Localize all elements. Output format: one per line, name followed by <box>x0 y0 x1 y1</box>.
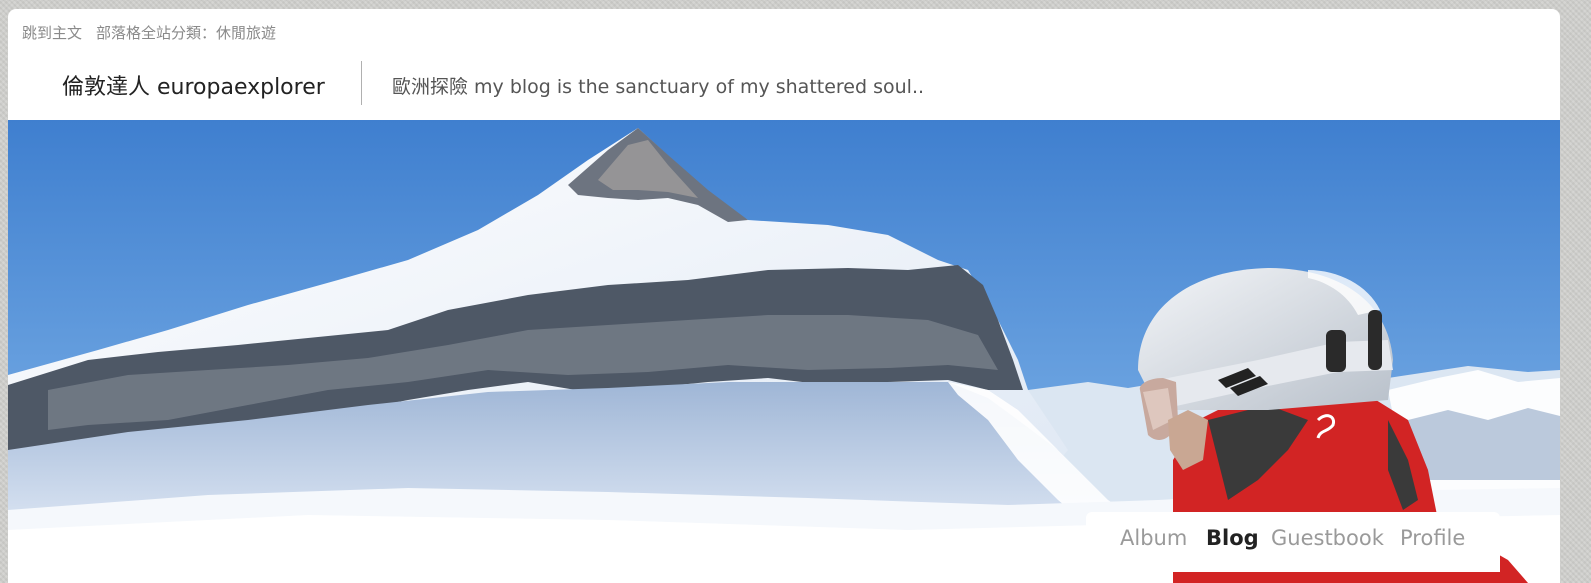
blog-description: 歐洲探險 my blog is the sanctuary of my shat… <box>392 76 925 98</box>
blog-header: 倫敦達人 europaexplorer 歐洲探險 my blog is the … <box>8 59 1560 119</box>
menu-item-guestbook[interactable]: Guestbook <box>1271 526 1384 550</box>
skip-to-main-link[interactable]: 跳到主文 <box>22 24 82 42</box>
blog-menu: Album Blog Guestbook Profile <box>1086 512 1500 572</box>
header-divider <box>361 61 362 105</box>
category-link[interactable]: 休閒旅遊 <box>216 24 276 42</box>
menu-item-profile[interactable]: Profile <box>1400 526 1465 550</box>
category-prefix: 部落格全站分類： <box>96 24 217 42</box>
blog-title[interactable]: 倫敦達人 europaexplorer <box>62 69 325 101</box>
menu-item-blog[interactable]: Blog <box>1206 526 1259 550</box>
menu-item-album[interactable]: Album <box>1120 526 1187 550</box>
blog-page: 跳到主文 部落格全站分類：休閒旅遊 倫敦達人 europaexplorer 歐洲探… <box>8 9 1560 583</box>
top-bar: 跳到主文 部落格全站分類：休閒旅遊 <box>22 22 276 43</box>
